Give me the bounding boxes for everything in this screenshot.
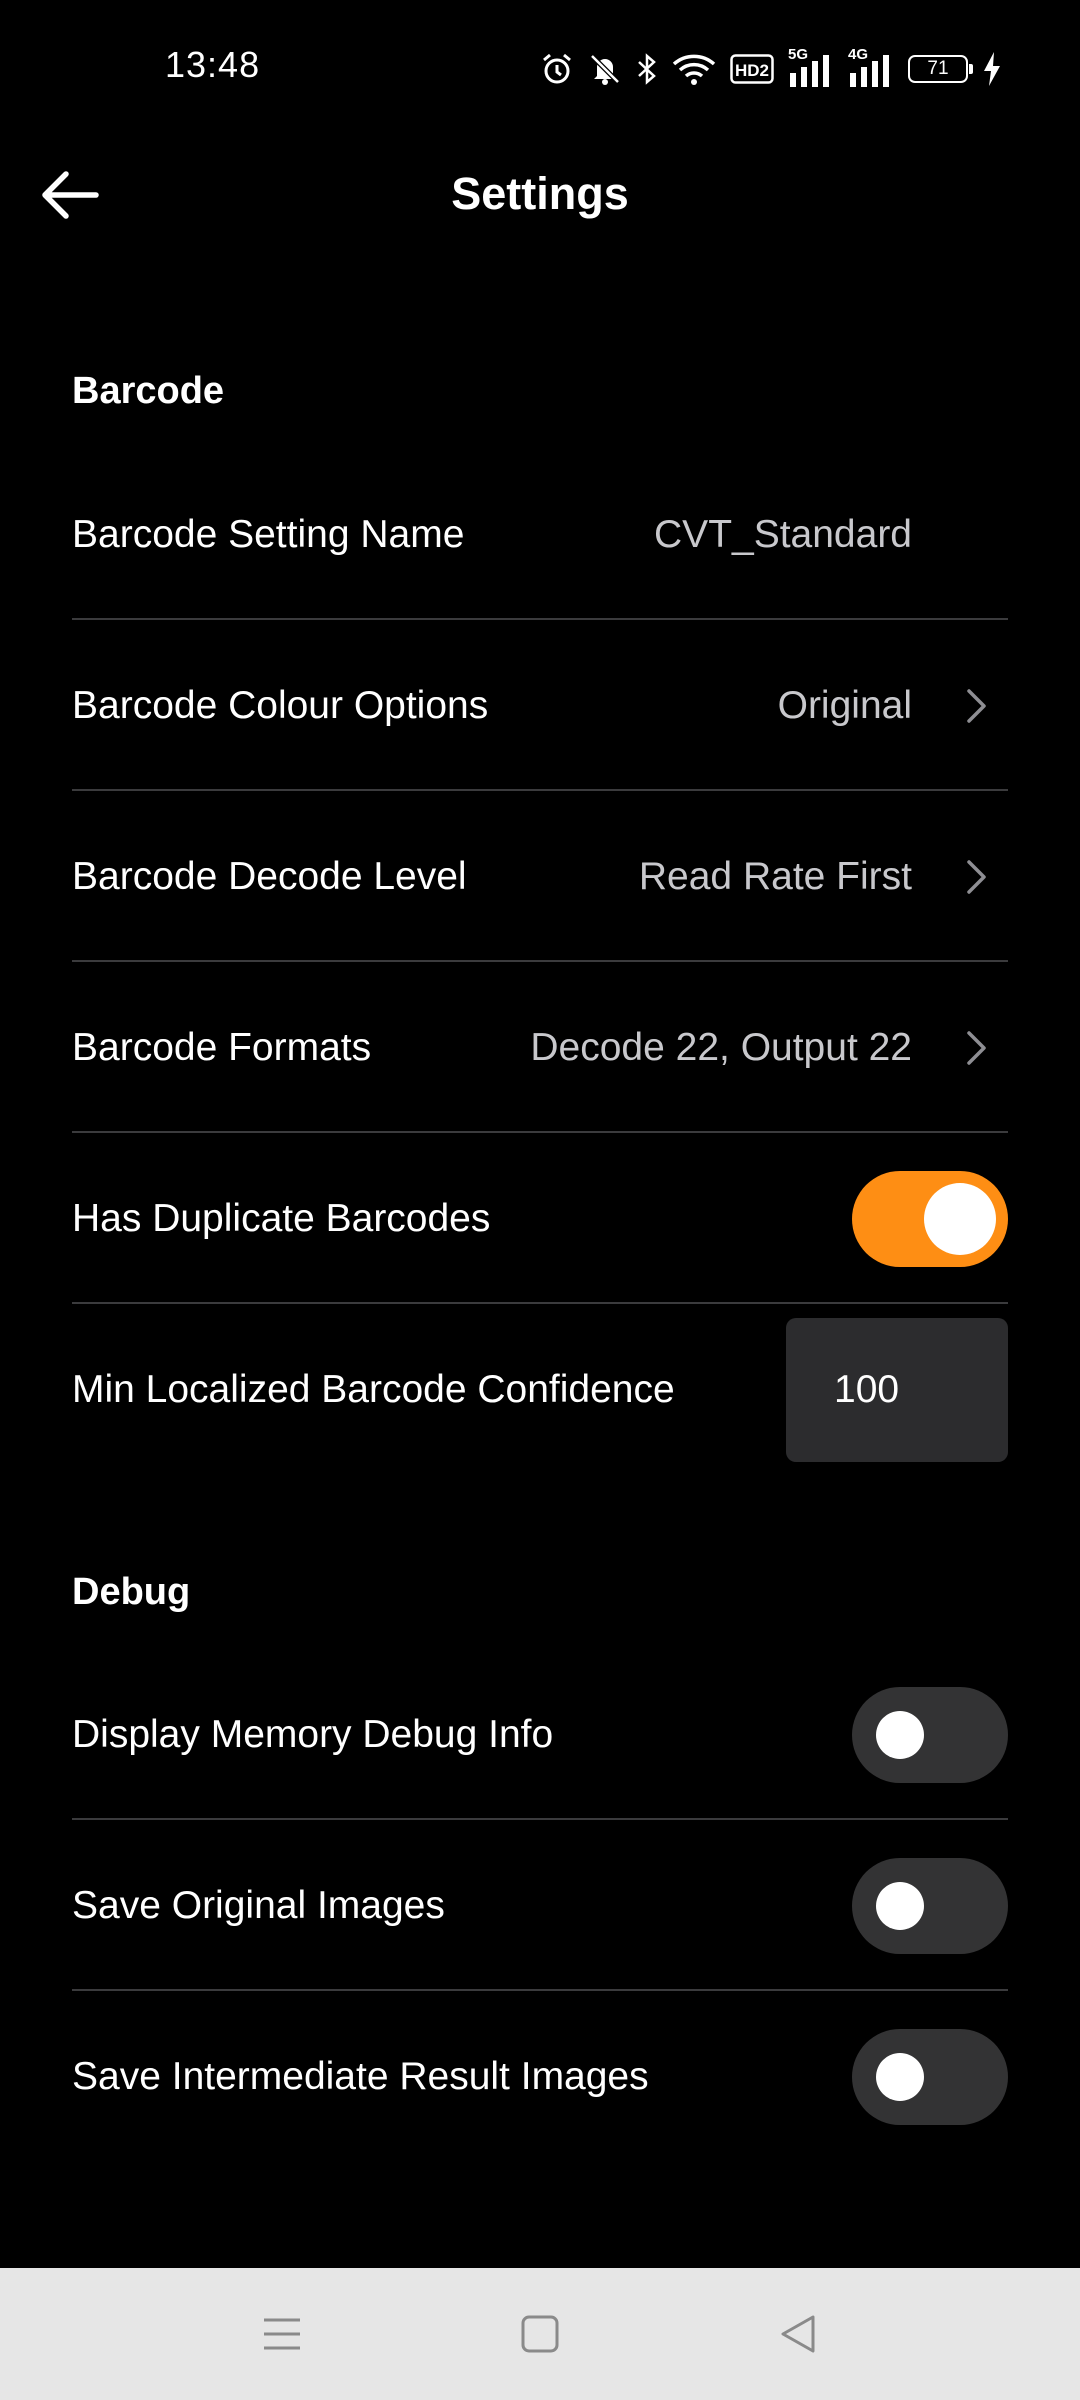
svg-text:HD2: HD2: [735, 61, 769, 80]
row-value: Original: [777, 684, 912, 727]
menu-icon: [264, 2318, 300, 2350]
row-barcode-colour-options[interactable]: Barcode Colour Options Original: [72, 621, 1008, 791]
section-header-barcode: Barcode: [72, 370, 225, 412]
row-save-original-images: Save Original Images: [72, 1821, 1008, 1991]
chevron-right-icon: [967, 689, 986, 723]
row-min-localized-confidence: Min Localized Barcode Confidence: [72, 1305, 1008, 1475]
menu-button[interactable]: [252, 2304, 312, 2364]
status-icons: HD2 5G 4G 71: [540, 46, 1002, 90]
row-label: Barcode Setting Name: [72, 513, 465, 556]
bell-muted-icon: [588, 52, 622, 86]
row-label: Save Intermediate Result Images: [72, 2055, 649, 2098]
network-type-5g: 5G: [788, 46, 809, 63]
save-intermediate-toggle[interactable]: [852, 2029, 1008, 2125]
battery-level: 71: [927, 58, 949, 79]
charging-icon: [982, 51, 1002, 87]
toggle-knob: [876, 1882, 924, 1930]
row-label: Min Localized Barcode Confidence: [72, 1368, 675, 1411]
row-save-intermediate-result-images: Save Intermediate Result Images: [72, 1992, 1008, 2162]
row-value: Decode 22, Output 22: [530, 1026, 912, 1069]
chevron-right-icon: [967, 1031, 986, 1065]
status-time: 13:48: [165, 44, 261, 85]
row-label: Barcode Decode Level: [72, 855, 467, 898]
wifi-icon: [672, 52, 716, 86]
row-label: Has Duplicate Barcodes: [72, 1197, 491, 1240]
section-header-debug: Debug: [72, 1571, 191, 1613]
toggle-knob: [876, 1711, 924, 1759]
duplicate-barcodes-toggle[interactable]: [852, 1171, 1008, 1267]
row-has-duplicate-barcodes: Has Duplicate Barcodes: [72, 1134, 1008, 1304]
alarm-icon: [540, 52, 574, 86]
signal-4g-icon: 4G: [848, 46, 894, 89]
back-triangle-icon: [781, 2315, 815, 2353]
app-bar: Settings: [0, 140, 1080, 250]
row-barcode-setting-name[interactable]: Barcode Setting Name CVT_Standard: [72, 450, 1008, 620]
home-square-icon: [521, 2315, 559, 2353]
row-barcode-decode-level[interactable]: Barcode Decode Level Read Rate First: [72, 792, 1008, 962]
row-value: Read Rate First: [638, 855, 912, 898]
home-button[interactable]: [510, 2304, 570, 2364]
system-nav-bar: [0, 2268, 1080, 2400]
row-label: Barcode Formats: [72, 1026, 372, 1069]
page-title: Settings: [451, 168, 629, 219]
toggle-knob: [876, 2053, 924, 2101]
toggle-knob: [924, 1183, 996, 1255]
save-original-toggle[interactable]: [852, 1858, 1008, 1954]
bluetooth-icon: [636, 52, 658, 86]
signal-5g-icon: 5G: [788, 46, 834, 89]
row-label: Save Original Images: [72, 1884, 445, 1927]
row-value: CVT_Standard: [654, 513, 912, 556]
chevron-right-icon: [967, 860, 986, 894]
memory-debug-toggle[interactable]: [852, 1687, 1008, 1783]
row-barcode-formats[interactable]: Barcode Formats Decode 22, Output 22: [72, 963, 1008, 1133]
row-label: Barcode Colour Options: [72, 684, 489, 727]
network-type-4g: 4G: [848, 46, 869, 63]
status-bar: 13:48 HD2 5G 4G 71: [0, 0, 1080, 140]
nav-back-button[interactable]: [768, 2304, 828, 2364]
row-label: Display Memory Debug Info: [72, 1713, 554, 1756]
battery-icon: 71: [908, 55, 973, 83]
hd-voice-icon: HD2: [730, 54, 774, 84]
min-confidence-input[interactable]: [786, 1318, 1008, 1462]
row-display-memory-debug-info: Display Memory Debug Info: [72, 1650, 1008, 1820]
